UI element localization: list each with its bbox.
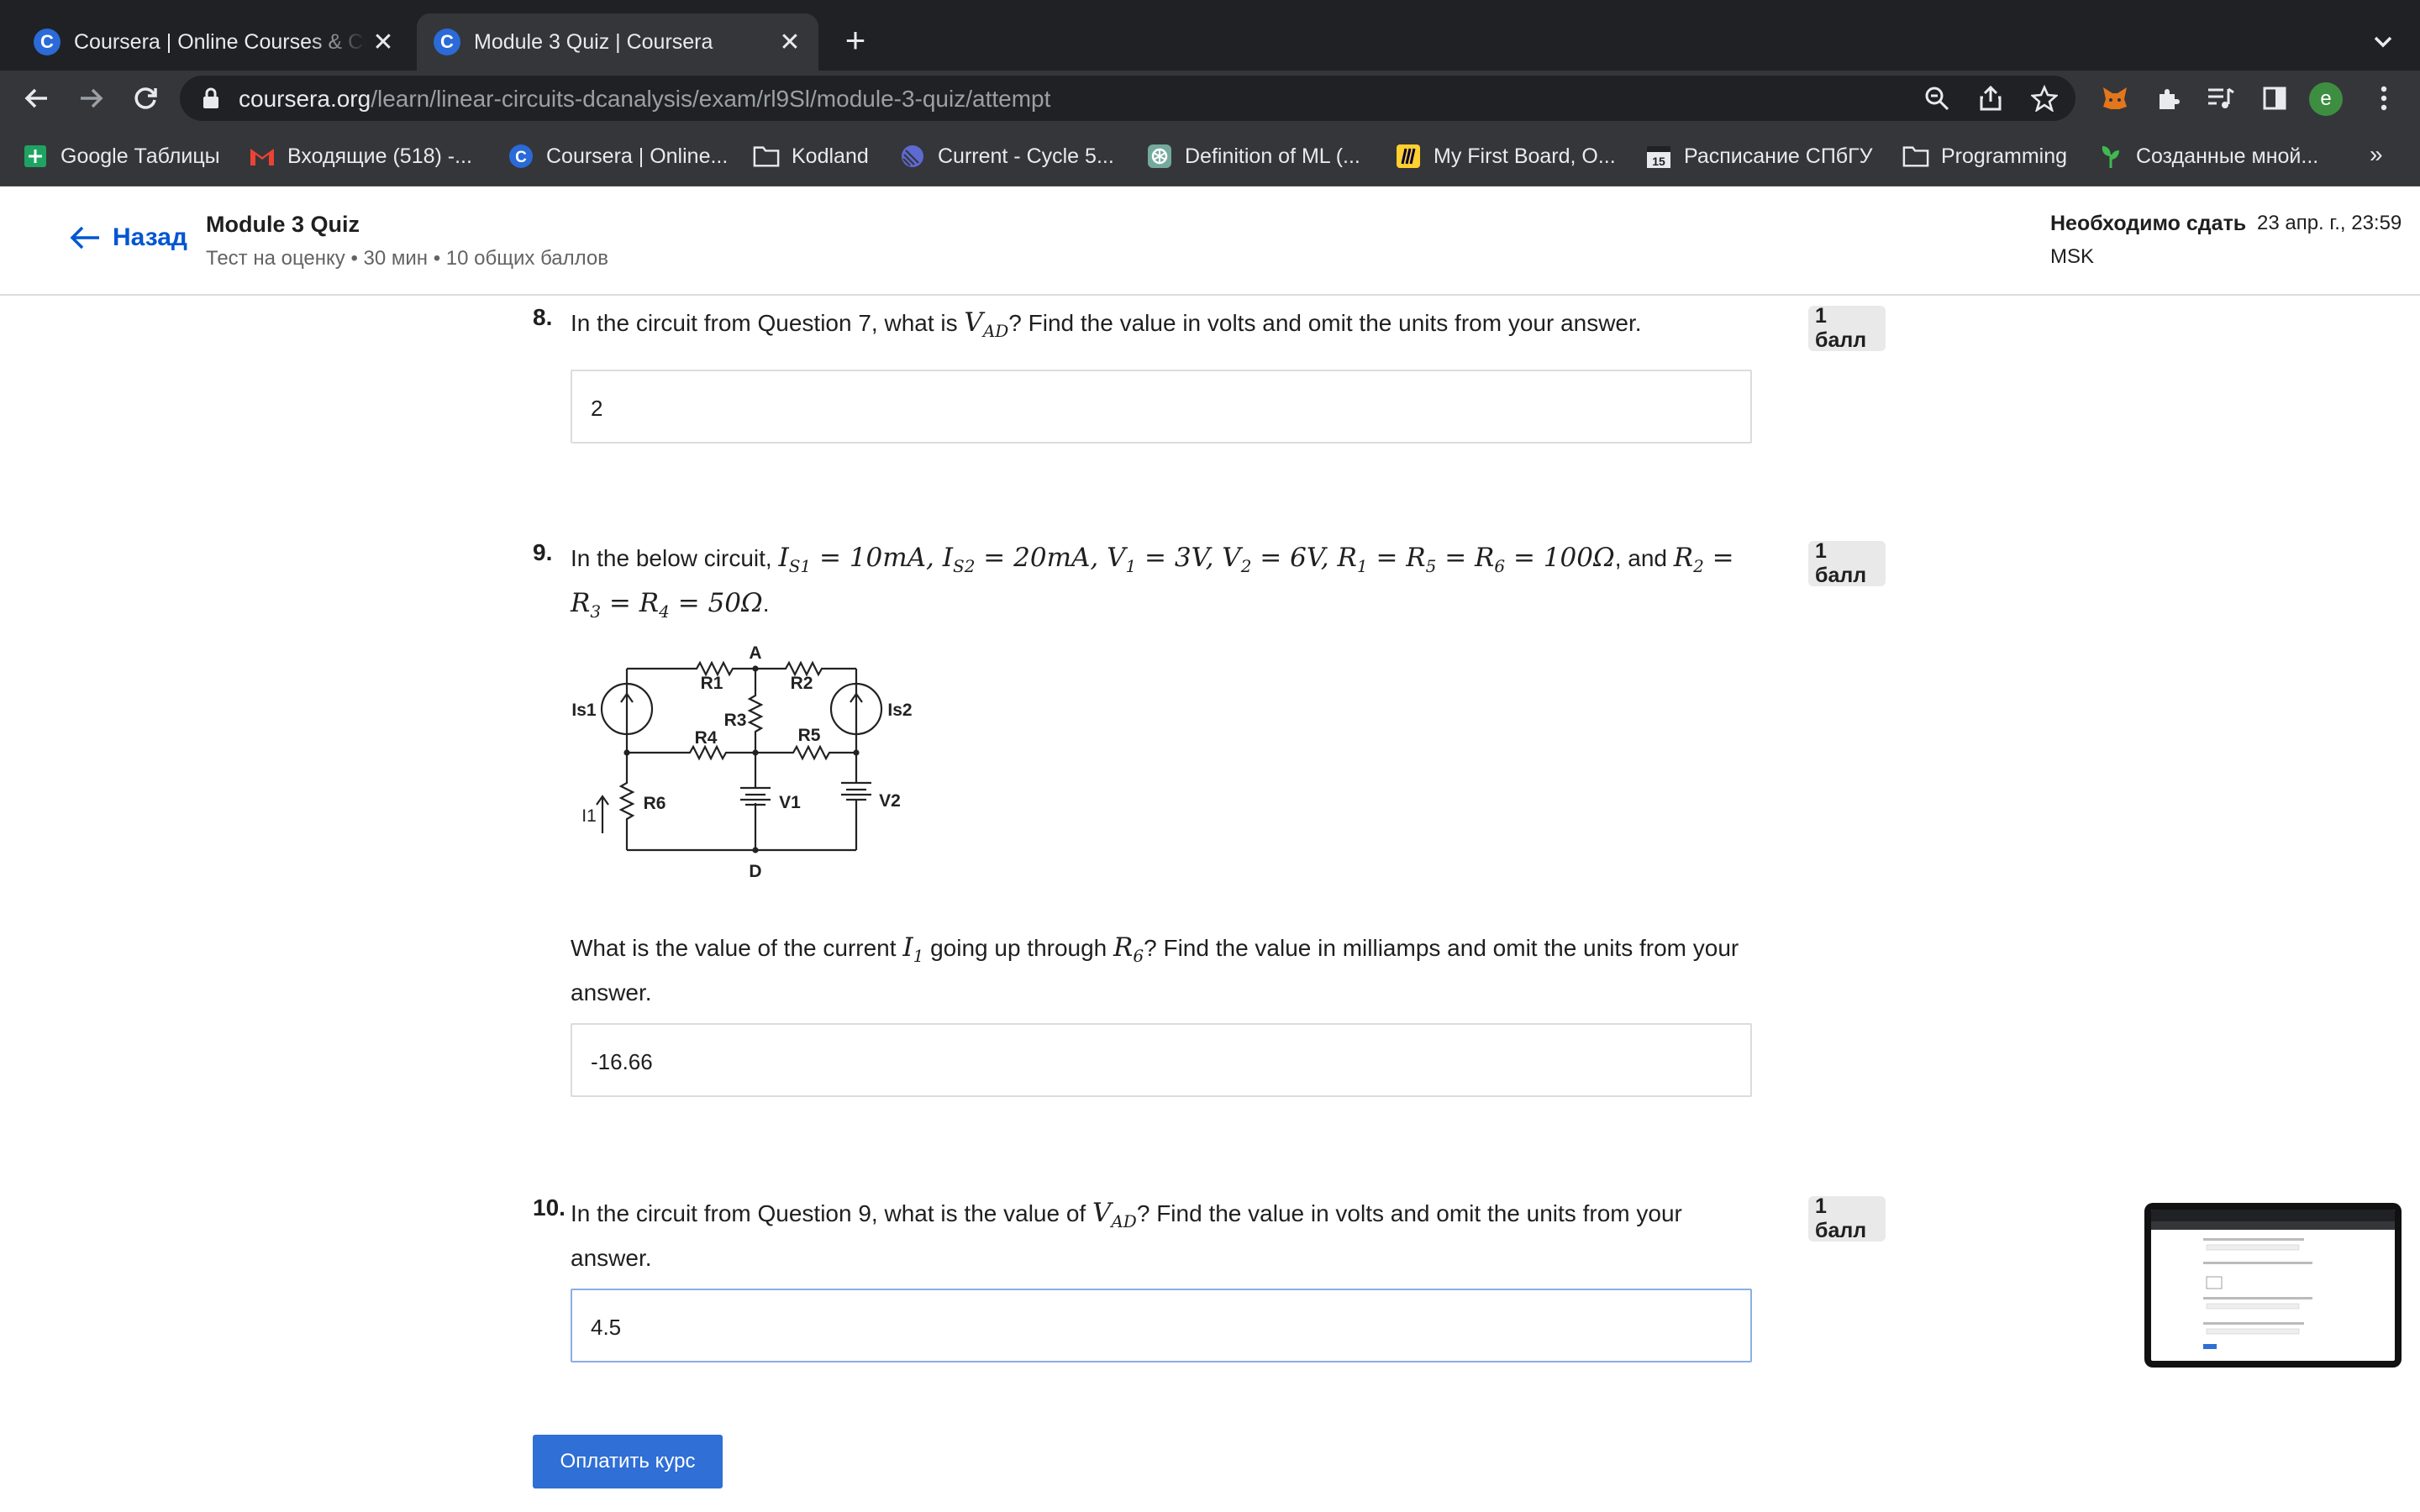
close-tab-icon[interactable]: ✕: [366, 25, 400, 59]
is1-label: Is1: [571, 701, 597, 720]
preview-miniature-icon: [2151, 1210, 2395, 1349]
more-bookmarks-chevron-icon[interactable]: »: [2370, 141, 2383, 168]
bookmark-programming-folder[interactable]: Programming: [1902, 141, 2067, 171]
quiz-title: Module 3 Quiz: [206, 212, 360, 237]
question-number: 8.: [533, 304, 553, 330]
r6-label: R6: [644, 794, 666, 813]
openai-icon: [1146, 143, 1173, 170]
lock-icon[interactable]: [202, 87, 220, 113]
arrow-left-icon: [70, 226, 99, 249]
back-button[interactable]: Назад: [69, 223, 187, 252]
chrome-menu-kebab-icon[interactable]: [2365, 79, 2403, 118]
bookmark-gmail[interactable]: Входящие (518) -...: [249, 141, 472, 171]
question-text: In the circuit from Question 9, what is …: [571, 1198, 1682, 1272]
points-badge: 1 балл: [1808, 539, 1886, 587]
node-a-label: A: [749, 643, 761, 663]
bookmarks-bar: Google Таблицы Входящие (518) -... C Cou…: [0, 126, 2420, 186]
browser-tab-module-3-quiz[interactable]: C Module 3 Quiz | Coursera ✕: [417, 13, 818, 71]
folder-icon: [1902, 143, 1929, 170]
reload-icon[interactable]: [126, 79, 165, 118]
r5-label: R5: [798, 726, 821, 745]
bookmark-definition-of-ml[interactable]: Definition of ML (...: [1146, 141, 1360, 171]
bookmark-miro-board[interactable]: My First Board, O...: [1395, 141, 1616, 171]
answer-input[interactable]: [591, 1310, 1683, 1344]
due-timezone: MSK: [2050, 245, 2095, 268]
question-9: 9. In the below circuit, IS1 = 10mA, IS2…: [533, 539, 1886, 1102]
svg-text:C: C: [515, 149, 527, 166]
profile-avatar[interactable]: e: [2309, 82, 2343, 116]
bookmark-coursera[interactable]: C Coursera | Online...: [508, 141, 728, 171]
metamask-extension-icon[interactable]: [2096, 79, 2134, 118]
points-badge: 1 балл: [1808, 1194, 1886, 1242]
folder-icon: [753, 143, 780, 170]
linear-icon: [899, 143, 926, 170]
browser-tab-coursera-home[interactable]: C Coursera | Online Courses & Credential…: [17, 13, 412, 71]
tab-title: Coursera | Online Courses & Credentials: [74, 29, 366, 54]
preview-image: [2151, 1210, 2395, 1361]
share-icon[interactable]: [1975, 82, 2007, 114]
pay-course-button[interactable]: Оплатить курс: [533, 1435, 723, 1488]
gmail-icon: [249, 143, 276, 170]
answer-input[interactable]: [591, 1045, 1683, 1079]
answer-field[interactable]: [571, 1023, 1752, 1097]
question-8: 8. In the circuit from Question 7, what …: [533, 304, 1886, 447]
extensions-puzzle-icon[interactable]: [2149, 79, 2188, 118]
due-label: Необходимо сдать: [2050, 212, 2247, 235]
r4-label: R4: [695, 728, 718, 748]
calendar-icon: 15: [1645, 143, 1672, 170]
v1-label: V1: [779, 793, 801, 812]
bookmark-created-by-me[interactable]: Созданные мной...: [2097, 141, 2318, 171]
bookmark-spbgu-schedule[interactable]: 15 Расписание СПбГУ: [1645, 141, 1873, 171]
browser-tab-strip: C Coursera | Online Courses & Credential…: [0, 0, 2420, 71]
bookmark-current-cycle[interactable]: Current - Cycle 5...: [899, 141, 1114, 171]
answer-field[interactable]: [571, 1289, 1752, 1362]
question-10: 10. In the circuit from Question 9, what…: [533, 1194, 1886, 1362]
svg-text:15: 15: [1652, 155, 1665, 168]
back-arrow-icon[interactable]: [17, 79, 55, 118]
r3-label: R3: [724, 711, 747, 730]
tab-title: Module 3 Quiz | Coursera: [474, 29, 713, 54]
new-tab-plus-icon[interactable]: +: [837, 23, 874, 60]
bookmark-google-sheets[interactable]: Google Таблицы: [22, 141, 220, 171]
r2-label: R2: [791, 674, 813, 693]
question-number: 10.: [533, 1194, 566, 1221]
points-badge: 1 балл: [1808, 304, 1886, 352]
sheets-icon: [22, 143, 49, 170]
due-date: 23 апр. г., 23:59: [2257, 212, 2402, 234]
address-bar[interactable]: coursera.org/learn/linear-circuits-dcana…: [180, 76, 2075, 121]
v2-label: V2: [879, 791, 901, 811]
tab-search-chevron-icon[interactable]: [2366, 25, 2400, 59]
answer-field[interactable]: [571, 370, 1752, 444]
zoom-icon[interactable]: [1921, 82, 1953, 114]
browser-toolbar: coursera.org/learn/linear-circuits-dcana…: [0, 71, 2420, 126]
url-text: coursera.org/learn/linear-circuits-dcana…: [239, 86, 1051, 112]
forward-arrow-icon[interactable]: [72, 79, 111, 118]
question-text: In the below circuit, IS1 = 10mA, IS2 = …: [571, 543, 1734, 622]
sprout-icon: [2097, 143, 2124, 170]
coursera-favicon-icon: C: [434, 29, 460, 55]
close-tab-icon[interactable]: ✕: [773, 25, 807, 59]
coursera-icon: C: [508, 143, 534, 170]
r1-label: R1: [701, 674, 723, 693]
answer-input[interactable]: [591, 391, 1683, 425]
quiz-subtitle: Тест на оценку • 30 мин • 10 общих балло…: [206, 247, 608, 270]
circuit-diagram: A R1 R2 R3 Is1 Is2 R4 R5 R6 V1 V2 I1 D: [571, 643, 912, 881]
question-text-followup: What is the value of the current I1 goin…: [571, 932, 1739, 1006]
question-text: In the circuit from Question 7, what is …: [571, 307, 1642, 342]
is2-label: Is2: [887, 701, 912, 720]
node-d-label: D: [749, 862, 761, 881]
side-panel-icon[interactable]: [2255, 79, 2294, 118]
coursera-favicon-icon: C: [34, 29, 60, 55]
i1-label: I1: [581, 806, 597, 826]
quiz-header: Назад Module 3 Quiz Тест на оценку • 30 …: [0, 186, 2420, 296]
media-playlist-icon[interactable]: [2202, 79, 2240, 118]
question-number: 9.: [533, 539, 553, 565]
miro-icon: [1395, 143, 1422, 170]
screen-recording-preview-thumbnail[interactable]: [2144, 1203, 2402, 1368]
bookmark-kodland-folder[interactable]: Kodland: [753, 141, 869, 171]
bookmark-star-icon[interactable]: [2028, 82, 2060, 114]
back-label: Назад: [113, 223, 187, 251]
